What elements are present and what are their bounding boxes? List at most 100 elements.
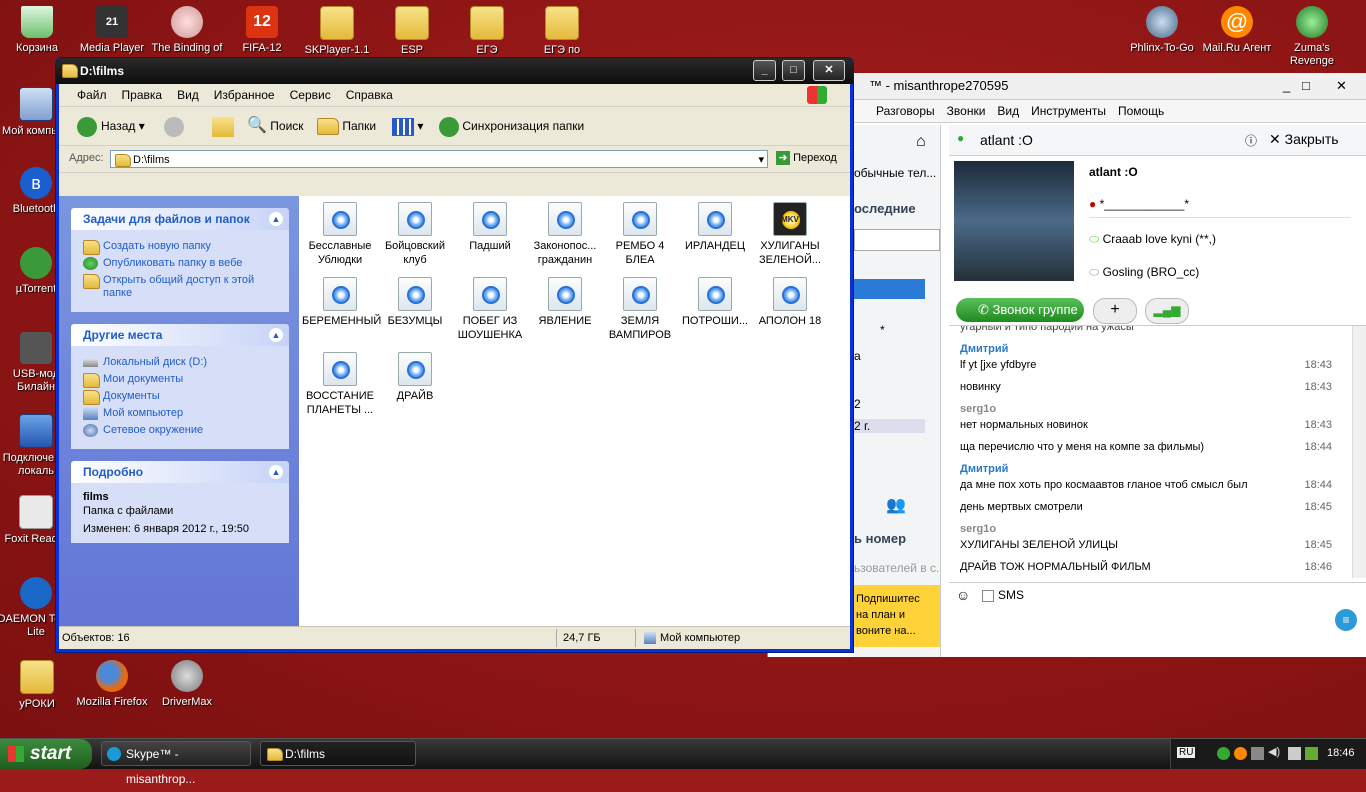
mailru-tray-icon[interactable]	[1234, 747, 1247, 760]
send-button[interactable]: ≡	[1335, 609, 1357, 631]
explorer-titlebar[interactable]: D:\films _ □ ✕	[56, 58, 853, 84]
place-documents[interactable]: Документы	[83, 390, 281, 405]
close-button[interactable]: ✕	[813, 60, 845, 81]
taskbar-item-skype[interactable]: Skype™ - misanthrop...	[101, 741, 251, 786]
go-button[interactable]: ➜ Переход	[776, 151, 837, 165]
minimize-button[interactable]: _	[753, 60, 776, 81]
uroki-folder-icon[interactable]: уРОКИ	[0, 658, 77, 711]
place-local-disk[interactable]: Локальный диск (D:)	[83, 356, 281, 369]
place-my-documents[interactable]: Мои документы	[83, 373, 281, 388]
collapse-icon[interactable]: ▲	[269, 465, 283, 479]
language-indicator[interactable]: RU	[1177, 747, 1196, 758]
media-player-icon[interactable]: 21 Media Player	[72, 4, 152, 55]
file-item[interactable]: ПОТРОШИ...	[677, 277, 753, 328]
mailru-agent-icon[interactable]: @ Mail.Ru Агент	[1197, 4, 1277, 55]
tasks-panel-header[interactable]: Задачи для файлов и папок ▲	[71, 208, 289, 230]
place-network[interactable]: Сетевое окружение	[83, 424, 281, 437]
file-item[interactable]: MKV ХУЛИГАНЫ ЗЕЛЕНОЙ...	[752, 202, 828, 267]
skype-tray-icon[interactable]	[1217, 747, 1230, 760]
signal-quality-button[interactable]: ▂▄▆	[1145, 298, 1189, 324]
search-box[interactable]	[854, 229, 940, 251]
file-item[interactable]: БЕЗУМЦЫ	[377, 277, 453, 328]
message-input[interactable]	[949, 607, 1366, 657]
collapse-icon[interactable]: ▲	[269, 212, 283, 226]
task-publish-web[interactable]: Опубликовать папку в вебе	[83, 257, 281, 270]
file-item[interactable]: ВОССТАНИЕ ПЛАНЕТЫ ...	[302, 352, 378, 417]
menu-conversations[interactable]: Разговоры	[876, 104, 935, 118]
phlinx-icon[interactable]: Phlinx-To-Go	[1122, 4, 1202, 55]
selected-contact[interactable]	[854, 279, 925, 299]
nvidia-tray-icon[interactable]	[1305, 747, 1318, 760]
usb-tray-icon[interactable]	[1288, 747, 1301, 760]
folders-button[interactable]: Папки	[317, 115, 376, 137]
close-icon[interactable]: ✕	[1336, 73, 1347, 99]
file-item[interactable]: Падший	[452, 202, 528, 253]
add-contact-icon[interactable]: 👥	[886, 495, 906, 515]
firefox-icon[interactable]: Mozilla Firefox	[72, 658, 152, 709]
ege-folder-icon[interactable]: ЕГЭ	[447, 4, 527, 57]
menu-view[interactable]: Вид	[177, 88, 199, 102]
taskbar-item-explorer[interactable]: D:\films	[260, 741, 416, 766]
forward-button[interactable]	[164, 115, 188, 137]
menu-tools[interactable]: Инструменты	[1031, 104, 1106, 118]
close-conversation-button[interactable]: ✕ Закрыть	[1269, 131, 1339, 148]
ege-po-folder-icon[interactable]: ЕГЭ по	[522, 4, 602, 57]
file-item[interactable]: РЕМБО 4 БЛЕА	[602, 202, 678, 267]
menu-edit[interactable]: Правка	[122, 88, 163, 102]
file-item[interactable]: ПОБЕГ ИЗ ШОУШЕНКА	[452, 277, 528, 342]
maximize-icon[interactable]: □	[1302, 73, 1310, 99]
esp-folder-icon[interactable]: ESP	[372, 4, 452, 57]
menu-file[interactable]: Файл	[77, 88, 107, 102]
file-item[interactable]: ДРАЙВ	[377, 352, 453, 403]
clock[interactable]: 18:46	[1327, 747, 1355, 759]
file-item[interactable]: Законопос... гражданин	[527, 202, 603, 267]
skplayer-folder-icon[interactable]: SKPlayer-1.1	[297, 4, 377, 57]
call-group-button[interactable]: ✆ Звонок группе	[956, 298, 1084, 322]
address-input[interactable]: D:\films ▾	[110, 150, 768, 168]
menu-view[interactable]: Вид	[997, 104, 1019, 118]
chat-scrollbar[interactable]	[1352, 326, 1366, 578]
maximize-button[interactable]: □	[782, 60, 805, 81]
task-share-folder[interactable]: Открыть общий доступ к этой папке	[83, 274, 281, 300]
place-my-computer[interactable]: Мой компьютер	[83, 407, 281, 420]
network-tray-icon[interactable]	[1251, 747, 1264, 760]
search-button[interactable]: 🔍 Поиск	[247, 115, 304, 137]
details-panel-header[interactable]: Подробно ▲	[71, 461, 289, 483]
menu-help[interactable]: Помощь	[1118, 104, 1164, 118]
file-item[interactable]: Бойцовский клуб	[377, 202, 453, 267]
file-item[interactable]: АПОЛОН 18	[752, 277, 828, 328]
file-item[interactable]: Бесславные Ублюдки	[302, 202, 378, 267]
drivermax-icon[interactable]: DriverMax	[147, 658, 227, 709]
file-item[interactable]: ЗЕМЛЯ ВАМПИРОВ	[602, 277, 678, 342]
landline-promo[interactable]: обычные тел...	[854, 166, 936, 180]
subscribe-banner[interactable]: Подпишитес на план и вонитe на...	[854, 585, 940, 647]
zuma-icon[interactable]: Zuma's Revenge	[1272, 4, 1352, 68]
dropdown-arrow-icon[interactable]: ▾	[758, 151, 764, 169]
back-button[interactable]: Назад ▾	[77, 115, 145, 137]
file-item[interactable]: БЕРЕМЕННЫЙ	[302, 277, 381, 328]
info-icon[interactable]: ⓘ	[1245, 132, 1257, 149]
up-button[interactable]	[212, 115, 234, 137]
collapse-icon[interactable]: ▲	[269, 328, 283, 342]
menu-tools[interactable]: Сервис	[290, 88, 331, 102]
sync-folder-button[interactable]: Синхронизация папки	[439, 115, 584, 137]
minimize-icon[interactable]: _	[1283, 73, 1290, 99]
menu-calls[interactable]: Звонки	[947, 104, 986, 118]
fifa-icon[interactable]: 12 FIFA-12	[222, 4, 302, 55]
recycle-bin-icon[interactable]: Корзина	[0, 4, 77, 55]
start-button[interactable]: start	[0, 739, 92, 769]
file-item[interactable]: ЯВЛЕНИЕ	[527, 277, 603, 328]
emoticon-icon[interactable]: ☺	[956, 587, 970, 603]
home-icon[interactable]: ⌂	[916, 133, 926, 151]
sms-checkbox[interactable]	[982, 590, 994, 602]
menu-favorites[interactable]: Избранное	[214, 88, 275, 102]
address-label: Адрес:	[69, 152, 104, 164]
binding-of-isaac-icon[interactable]: The Binding of	[147, 4, 227, 55]
add-participant-button[interactable]: +	[1093, 298, 1137, 324]
places-panel-header[interactable]: Другие места ▲	[71, 324, 289, 346]
file-item[interactable]: ИРЛАНДЕЦ	[677, 202, 753, 253]
task-new-folder[interactable]: Создать новую папку	[83, 240, 281, 255]
volume-icon[interactable]: ◀)	[1268, 745, 1280, 758]
views-button[interactable]: ▾	[392, 115, 423, 137]
menu-help[interactable]: Справка	[346, 88, 393, 102]
